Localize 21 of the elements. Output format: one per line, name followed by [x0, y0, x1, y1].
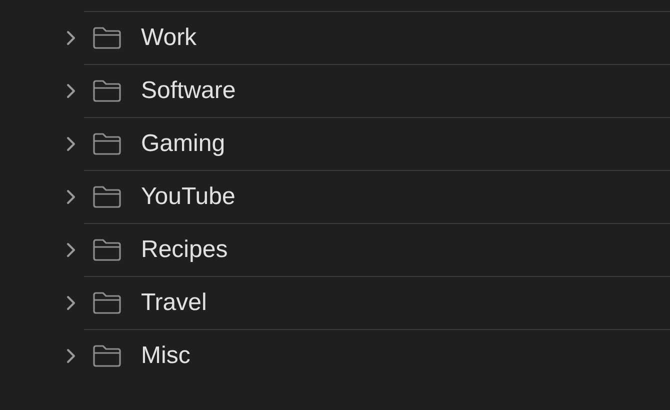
- folder-name[interactable]: Misc: [141, 342, 190, 370]
- folder-name[interactable]: Work: [141, 24, 197, 52]
- chevron-icon[interactable]: [66, 242, 76, 258]
- chevron-icon[interactable]: [66, 348, 76, 364]
- folder-icon: [92, 344, 122, 368]
- folder-icon: [92, 238, 122, 262]
- chevron-icon[interactable]: [66, 295, 76, 311]
- chevron-icon[interactable]: [66, 189, 76, 205]
- folder-icon: [92, 79, 122, 103]
- folder-name[interactable]: Gaming: [141, 130, 226, 158]
- folder-name[interactable]: Recipes: [141, 236, 228, 264]
- chevron-icon[interactable]: [66, 136, 76, 152]
- folder-icon: [92, 291, 122, 315]
- folder-icon: [92, 26, 122, 50]
- folder-icon: [92, 185, 122, 209]
- chevron-icon[interactable]: [66, 30, 76, 46]
- folder-name[interactable]: Travel: [141, 289, 207, 317]
- chevron-icon[interactable]: [66, 83, 76, 99]
- folder-name[interactable]: YouTube: [141, 183, 236, 211]
- folder-name[interactable]: Software: [141, 77, 236, 105]
- folder-icon: [92, 132, 122, 156]
